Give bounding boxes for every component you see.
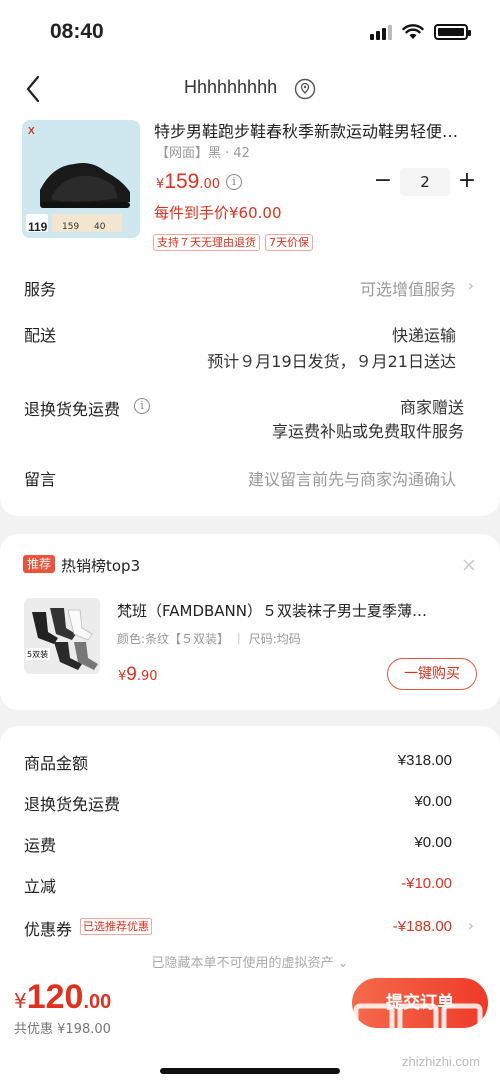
message-label: 留言: [24, 470, 57, 489]
price-int: 159: [164, 170, 200, 193]
coupon-value[interactable]: -¥188.00: [393, 918, 452, 935]
status-icons: [370, 24, 471, 40]
image-mini-price-2: 40: [94, 222, 106, 232]
product-title[interactable]: 特步男鞋跑步鞋春秋季新款运动鞋男轻便…: [154, 118, 480, 142]
coupon-tag: 已选推荐优惠: [80, 918, 152, 935]
quantity-value[interactable]: 2: [400, 168, 450, 196]
nav-bar: Hhhhhhhhh: [0, 64, 500, 114]
one-click-buy-button[interactable]: 一键购买: [387, 658, 477, 690]
service-value[interactable]: 可选增值服务: [360, 276, 456, 300]
status-time: 08:40: [50, 20, 104, 43]
return-fee-value: ¥0.00: [414, 793, 452, 810]
product-price: ¥159.00: [156, 170, 220, 194]
coupon-chevron-icon[interactable]: ›: [468, 916, 474, 935]
order-card: Hhhhhhhhh X 119 159 40 特步男鞋跑步鞋春秋季新款运动鞋男轻…: [0, 64, 500, 516]
tag-price-protect: 7天价保: [265, 234, 313, 251]
image-mini-price-1: 159: [62, 222, 80, 232]
shipping-label: 运费: [24, 836, 57, 855]
total-dec: .00: [83, 991, 112, 1013]
product-tags: 支持７天无理由退货 7天价保: [153, 234, 313, 251]
home-indicator: [160, 1068, 340, 1074]
return-value-1: 商家赠送: [399, 398, 464, 417]
total-currency: ¥: [14, 989, 27, 1013]
socks-image[interactable]: 5双装: [24, 598, 100, 674]
return-value-2: 享运费补贴或免费取件服务: [271, 422, 464, 441]
rec-price-int: 9: [126, 664, 137, 685]
tag-return: 支持７天无理由退货: [153, 234, 260, 251]
battery-icon: [434, 24, 471, 40]
rec-price-dec: .90: [136, 669, 158, 684]
recommend-card: 推荐 热销榜top3 5双装 梵班（FAMDBANN）５双装袜子男士夏季薄… 颜…: [0, 534, 500, 710]
price-info-icon[interactable]: i: [226, 174, 242, 190]
quantity-stepper: − 2 +: [372, 168, 480, 196]
shop-name[interactable]: Hhhhhhhhh: [184, 77, 277, 98]
decrease-button[interactable]: −: [372, 168, 394, 196]
return-fee-label: 退换货免运费: [24, 795, 121, 814]
product-spec[interactable]: 【网面】黑 · 42: [156, 142, 250, 161]
status-bar: 08:40: [0, 0, 500, 64]
close-icon[interactable]: [462, 558, 476, 572]
recommend-product-name[interactable]: 梵班（FAMDBANN）５双装袜子男士夏季薄…: [117, 600, 467, 621]
goods-amount-label: 商品金额: [24, 754, 89, 773]
total-price: ¥120.00: [14, 978, 111, 1017]
delivery-method: 快递运输: [391, 326, 456, 345]
instant-discount-label: 立减: [24, 877, 57, 896]
shop-location-icon[interactable]: [294, 78, 316, 100]
recommend-title: 热销榜top3: [61, 557, 141, 575]
return-info-icon[interactable]: i: [134, 398, 150, 414]
back-icon[interactable]: [22, 74, 46, 104]
return-label: 退换货免运费: [24, 400, 121, 419]
recommend-badge: 推荐: [23, 555, 56, 573]
service-chevron-icon[interactable]: ›: [468, 276, 474, 295]
increase-button[interactable]: +: [456, 168, 478, 196]
total-discount: 共优惠 ¥198.00: [14, 1022, 111, 1037]
service-label: 服务: [24, 280, 57, 299]
delivery-time: 预计９月19日发货，９月21日送达: [207, 352, 456, 371]
wifi-icon: [402, 24, 424, 39]
price-dec: .00: [199, 177, 221, 192]
socks-image-tag: 5双装: [27, 650, 49, 659]
recommend-price: ¥9.90: [118, 664, 158, 686]
svg-text:X: X: [28, 126, 35, 137]
coupon-label: 优惠券: [24, 920, 73, 939]
goods-amount-value: ¥318.00: [397, 752, 452, 769]
image-badge: 119: [28, 220, 48, 234]
message-input[interactable]: 建议留言前先与商家沟通确认: [248, 466, 456, 490]
signal-icon: [370, 24, 392, 40]
total-int: 120: [26, 978, 84, 1016]
bottom-bar: ¥120.00 共优惠 ¥198.00 提交订单 zhizhizhi.com: [0, 968, 500, 1082]
instant-discount-value: -¥10.00: [401, 875, 452, 892]
shipping-value: ¥0.00: [414, 834, 452, 851]
delivery-label: 配送: [24, 326, 57, 345]
recommend-product-spec: 颜色:条纹【５双装】 ｜ 尺码:均码: [117, 632, 301, 646]
each-price: 每件到手价¥60.00: [154, 204, 282, 222]
socks-illustration: [24, 598, 100, 674]
product-image[interactable]: X 119 159 40: [22, 120, 140, 238]
watermark-text: zhizhizhi.com: [401, 1054, 480, 1069]
